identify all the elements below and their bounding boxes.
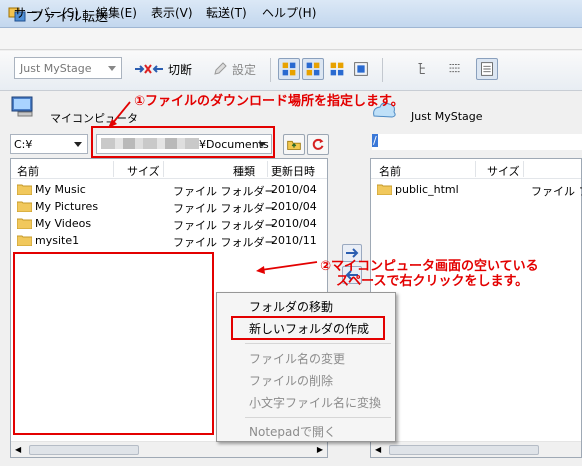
list-header: 名前 サイズ 種類 更新日時 <box>11 159 327 179</box>
menu-item-delete[interactable]: ファイルの削除 <box>249 372 333 389</box>
chevron-down-icon <box>108 66 116 71</box>
view-details-icon[interactable] <box>476 58 498 80</box>
remote-file-list[interactable]: 名前 サイズ public_html ファイル フ ◀ <box>370 158 582 458</box>
menu-edit[interactable]: 編集(E) <box>96 4 137 21</box>
file-date: 2010/04 <box>271 200 317 213</box>
view-buttons <box>412 57 498 81</box>
list-item[interactable]: My Videos ファイル フォルダー 2010/04 <box>11 215 327 232</box>
horizontal-scrollbar[interactable]: ◀ <box>371 441 581 457</box>
sort-buttons <box>278 57 372 81</box>
sort-date-icon[interactable] <box>326 58 348 80</box>
file-name: My Videos <box>35 217 92 230</box>
list-item[interactable]: public_html ファイル フ <box>371 181 582 198</box>
chevron-down-icon <box>74 142 82 147</box>
menu-server[interactable]: サーバー(S) <box>14 4 79 21</box>
disconnect-label: 切断 <box>168 62 193 77</box>
column-divider <box>267 161 268 177</box>
file-date: 2010/11 <box>271 234 317 247</box>
menu-separator <box>245 343 391 344</box>
settings-label: 設定 <box>232 62 257 77</box>
computer-icon <box>11 96 33 117</box>
column-date[interactable]: 更新日時 <box>271 163 315 179</box>
menu-item-rename[interactable]: ファイル名の変更 <box>249 350 345 367</box>
view-tree-icon[interactable] <box>412 58 434 80</box>
scroll-thumb[interactable] <box>29 445 139 455</box>
menu-transfer[interactable]: 転送(T) <box>206 4 247 21</box>
file-type: ファイル フォルダー <box>173 185 276 198</box>
annotation-arrow <box>256 261 318 274</box>
annotation-step1: ①ファイルのダウンロード場所を指定します。 <box>134 94 404 109</box>
file-type: ファイル フォルダー <box>173 219 276 232</box>
sort-size-icon[interactable] <box>302 58 324 80</box>
menu-help[interactable]: ヘルプ(H) <box>262 4 316 21</box>
toolbar-divider <box>382 58 383 82</box>
site-select[interactable]: Just MyStage <box>14 57 122 79</box>
menu-separator <box>245 417 391 418</box>
drive-select[interactable]: C:¥ <box>10 134 88 154</box>
context-menu: フォルダの移動 新しいフォルダの作成 ファイル名の変更 ファイルの削除 小文字フ… <box>216 292 396 442</box>
sort-name-icon[interactable] <box>278 58 300 80</box>
sort-type-icon[interactable] <box>350 58 372 80</box>
folder-up-button[interactable] <box>283 134 305 155</box>
menu-item-move-folder[interactable]: フォルダの移動 <box>249 298 333 315</box>
file-type: ファイル フ <box>531 185 582 198</box>
disconnect-button[interactable]: 切断 <box>134 57 192 81</box>
menu-bar <box>0 28 582 50</box>
annotation-empty-area-box <box>13 252 214 435</box>
file-name: public_html <box>395 183 459 196</box>
file-name: mysite1 <box>35 234 80 247</box>
column-divider <box>475 161 476 177</box>
view-list-icon[interactable] <box>444 58 466 80</box>
menu-item-lowercase[interactable]: 小文字ファイル名に変換 <box>249 394 381 411</box>
column-name[interactable]: 名前 <box>17 163 39 179</box>
remote-path-value: / <box>372 134 378 147</box>
file-name: My Pictures <box>35 200 99 213</box>
folder-icon <box>17 218 32 229</box>
file-type: ファイル フォルダー <box>173 236 276 249</box>
file-date: 2010/04 <box>271 183 317 196</box>
column-divider <box>113 161 114 177</box>
annotation-new-folder-box <box>231 316 385 340</box>
toolbar-divider <box>270 58 271 82</box>
scroll-right-icon[interactable]: ▶ <box>317 445 323 454</box>
folder-icon <box>17 184 32 195</box>
annotation-step2-line2: スペースで右クリックをします。 <box>336 274 529 289</box>
drive-value: C:¥ <box>14 138 33 151</box>
folder-icon <box>17 235 32 246</box>
column-size[interactable]: サイズ <box>487 163 520 179</box>
column-type[interactable]: 種類 <box>233 163 255 179</box>
column-divider <box>523 161 524 177</box>
list-item[interactable]: mysite1 ファイル フォルダー 2010/11 <box>11 232 327 249</box>
column-name[interactable]: 名前 <box>379 163 401 179</box>
disconnect-icon <box>135 64 163 74</box>
menu-item-open-notepad[interactable]: Notepadで開く <box>249 423 336 440</box>
column-size[interactable]: サイズ <box>127 163 160 179</box>
annotation-path-box <box>91 126 275 158</box>
list-item[interactable]: My Music ファイル フォルダー 2010/04 <box>11 181 327 198</box>
file-type: ファイル フォルダー <box>173 202 276 215</box>
folder-icon <box>377 184 392 195</box>
scroll-thumb[interactable] <box>389 445 539 455</box>
file-name: My Music <box>35 183 86 196</box>
menu-view[interactable]: 表示(V) <box>151 4 193 21</box>
remote-path-field[interactable]: / <box>372 134 582 150</box>
scroll-left-icon[interactable]: ◀ <box>15 445 21 454</box>
scroll-left-icon[interactable]: ◀ <box>375 445 381 454</box>
pencil-icon <box>214 62 227 75</box>
file-date: 2010/04 <box>271 217 317 230</box>
list-item[interactable]: My Pictures ファイル フォルダー 2010/04 <box>11 198 327 215</box>
column-divider <box>163 161 164 177</box>
list-header: 名前 サイズ <box>371 159 581 179</box>
horizontal-scrollbar[interactable]: ◀ ▶ <box>11 441 327 457</box>
remote-pane-label: Just MyStage <box>411 110 483 123</box>
settings-button[interactable]: 設定 <box>212 57 256 81</box>
site-select-value: Just MyStage <box>20 62 92 75</box>
refresh-button[interactable] <box>307 134 329 155</box>
folder-icon <box>17 201 32 212</box>
